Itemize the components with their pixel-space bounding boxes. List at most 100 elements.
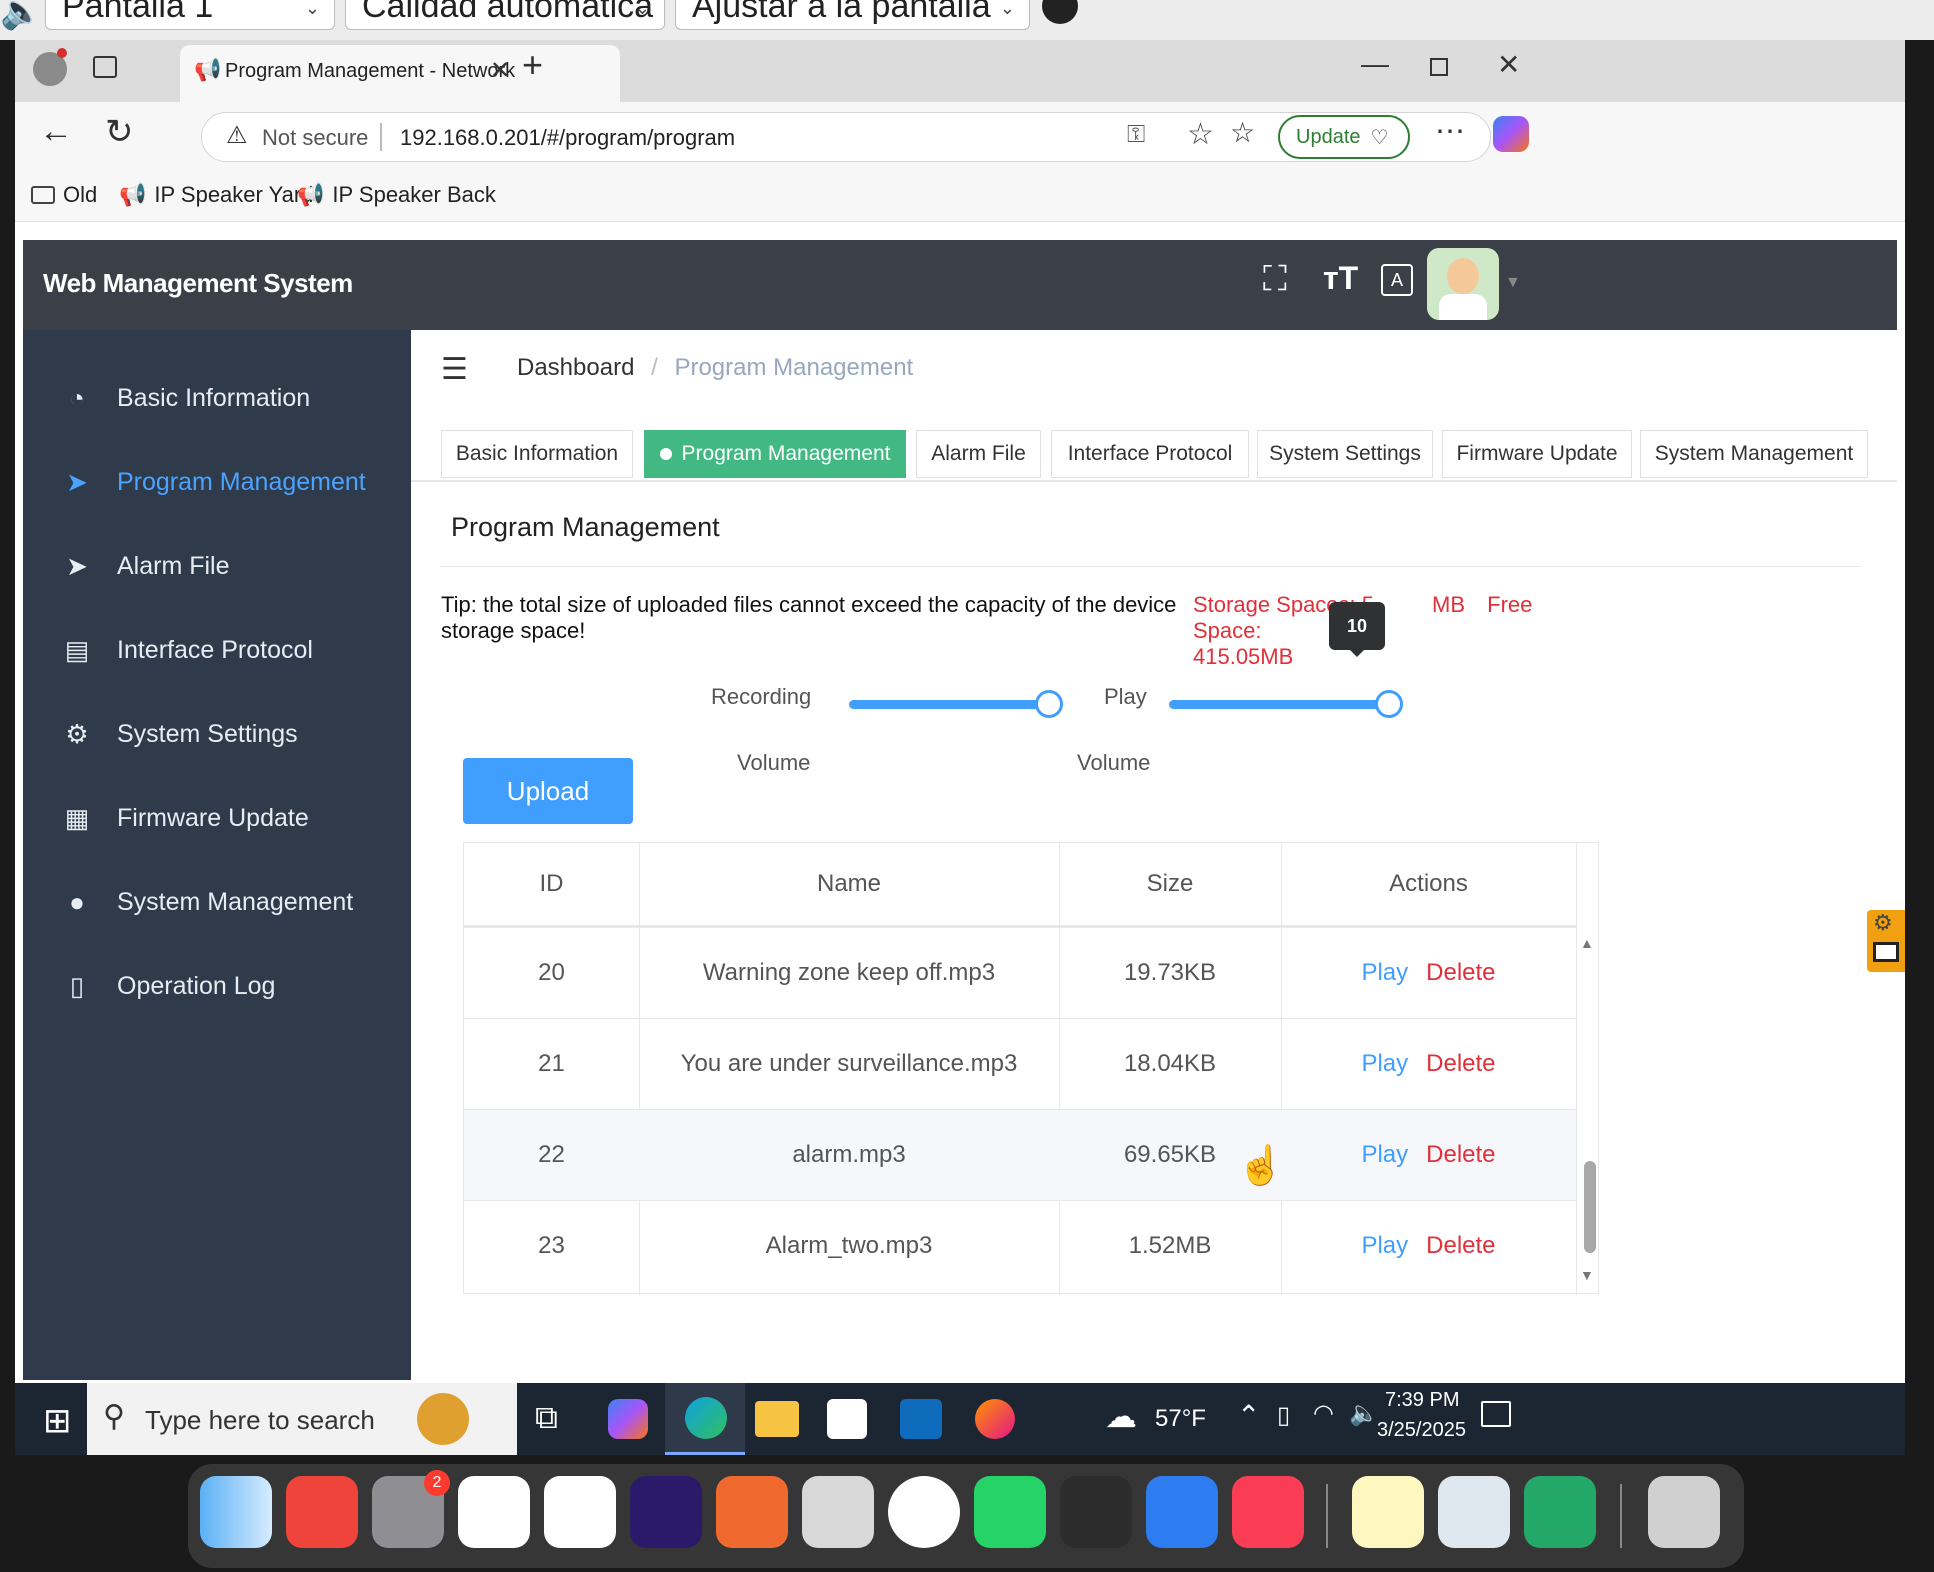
clock-time[interactable]: 7:39 PM — [1385, 1389, 1459, 1412]
tab-system-management[interactable]: System Management — [1640, 430, 1868, 478]
bookmark-old[interactable]: Old — [31, 182, 97, 208]
firefox-dock-icon[interactable] — [630, 1476, 702, 1548]
scroll-up-icon[interactable]: ▲ — [1580, 935, 1594, 951]
browser-toolbar: ← ↻ ⚠ Not secure 192.168.0.201/#/program… — [15, 102, 1905, 170]
favorites-icon[interactable]: ☆ — [1230, 116, 1255, 149]
tray-chevron-icon[interactable]: ⌃ — [1237, 1399, 1260, 1432]
windows-start-icon[interactable]: ⊞ — [43, 1401, 72, 1441]
sidebar-item-basic-information[interactable]: ◔ Basic Information — [23, 368, 411, 428]
file-explorer-icon[interactable] — [755, 1401, 799, 1437]
outlook-icon[interactable] — [900, 1399, 942, 1439]
favorite-star-icon[interactable]: ☆ — [1187, 117, 1214, 152]
sidebar-item-alarm-file[interactable]: ➤ Alarm File — [23, 536, 411, 596]
floating-widget[interactable]: ⚙ — [1867, 910, 1905, 972]
weather-temp[interactable]: 57°F — [1155, 1405, 1206, 1433]
key-icon[interactable]: ⚿ — [1127, 121, 1145, 149]
scroll-down-icon[interactable]: ▼ — [1580, 1267, 1594, 1283]
firefox-icon[interactable] — [975, 1399, 1015, 1439]
close-tab-icon[interactable]: ✕ — [490, 56, 510, 85]
trash-icon[interactable] — [1648, 1476, 1720, 1548]
store-icon[interactable] — [827, 1399, 867, 1439]
delete-link[interactable]: Delete — [1426, 1050, 1495, 1078]
info-icon[interactable] — [1042, 0, 1078, 24]
upload-button[interactable]: Upload — [463, 758, 633, 824]
fullscreen-icon[interactable]: ⛶ — [1263, 260, 1287, 299]
table-cell-id: 20 — [538, 959, 565, 986]
preview-icon[interactable] — [1438, 1476, 1510, 1548]
music-icon[interactable] — [1232, 1476, 1304, 1548]
play-link[interactable]: Play — [1361, 1232, 1408, 1260]
delete-link[interactable]: Delete — [1426, 1141, 1495, 1169]
display-select[interactable]: Pantalla 1 ⌄ — [45, 0, 335, 30]
vectorworks-icon[interactable] — [544, 1476, 616, 1548]
refresh-icon[interactable]: ↻ — [105, 112, 134, 152]
tab-interface-protocol[interactable]: Interface Protocol — [1051, 430, 1249, 478]
tab-system-settings[interactable]: System Settings — [1257, 430, 1433, 478]
quality-select[interactable]: Calidad automática ⌄ — [345, 0, 665, 30]
anydesk-icon[interactable] — [286, 1476, 358, 1548]
copilot-icon[interactable] — [1493, 116, 1529, 152]
tray-device-icon[interactable]: ▯ — [1277, 1401, 1290, 1430]
chrome-icon[interactable] — [888, 1476, 960, 1548]
taskbar-search[interactable]: ⚲ Type here to search — [87, 1383, 517, 1455]
play-link[interactable]: Play — [1361, 1141, 1408, 1169]
breadcrumb-home[interactable]: Dashboard — [517, 354, 634, 381]
delete-link[interactable]: Delete — [1426, 1232, 1495, 1260]
photos-icon[interactable] — [458, 1476, 530, 1548]
minimize-icon[interactable]: — — [1361, 48, 1389, 80]
address-url[interactable]: 192.168.0.201/#/program/program — [400, 125, 735, 151]
close-window-icon[interactable]: ✕ — [1497, 48, 1520, 81]
sidebar-item-firmware-update[interactable]: ▦ Firmware Update — [23, 788, 411, 848]
finder-icon[interactable] — [200, 1476, 272, 1548]
speaker-icon[interactable]: 🔈 — [0, 0, 42, 32]
back-icon[interactable]: ← — [39, 112, 73, 151]
collapse-menu-icon[interactable]: ☰ — [441, 352, 468, 387]
play-volume-slider[interactable] — [1169, 684, 1403, 724]
update-button[interactable]: Update ♡ — [1278, 115, 1410, 159]
sidebar-item-system-management[interactable]: ● System Management — [23, 872, 411, 932]
wifi-icon[interactable]: ◠ — [1313, 1399, 1334, 1428]
music-widget-icon — [417, 1393, 469, 1445]
podcast-app-icon[interactable] — [716, 1476, 788, 1548]
more-icon[interactable]: ⋯ — [1435, 114, 1465, 149]
davinci-icon[interactable] — [1060, 1476, 1132, 1548]
play-slider-knob[interactable] — [1375, 690, 1403, 718]
bookmark-ip-speaker-yard[interactable]: 📢 IP Speaker Yard — [119, 182, 313, 208]
delete-link[interactable]: Delete — [1426, 959, 1495, 987]
new-tab-icon[interactable]: + — [522, 44, 543, 86]
play-link[interactable]: Play — [1361, 959, 1408, 987]
tab-alarm-file[interactable]: Alarm File — [916, 430, 1041, 478]
sidebar-item-program-management[interactable]: ➤ Program Management — [23, 452, 411, 512]
workspaces-icon[interactable] — [93, 56, 117, 78]
fit-select[interactable]: Ajustar a la pantalla ⌄ — [675, 0, 1030, 30]
sidebar-item-system-settings[interactable]: ⚙ System Settings — [23, 704, 411, 764]
font-size-icon[interactable]: тT — [1323, 260, 1358, 297]
volume-tooltip: 10 — [1329, 602, 1385, 650]
caret-down-icon[interactable]: ▼ — [1505, 274, 1521, 292]
task-view-icon[interactable]: ⧉ — [535, 1399, 558, 1437]
sidebar-item-interface-protocol[interactable]: ▤ Interface Protocol — [23, 620, 411, 680]
edge-icon — [685, 1397, 727, 1439]
tab-basic-information[interactable]: Basic Information — [441, 430, 633, 478]
restore-icon[interactable] — [1430, 58, 1448, 76]
play-link[interactable]: Play — [1361, 1050, 1408, 1078]
bookmark-ip-speaker-back[interactable]: 📢 IP Speaker Back — [297, 182, 496, 208]
notification-center-icon[interactable] — [1481, 1401, 1511, 1427]
sidebar-item-operation-log[interactable]: ▯ Operation Log — [23, 956, 411, 1016]
whatsapp-icon[interactable] — [974, 1476, 1046, 1548]
tab-program-management[interactable]: Program Management — [644, 430, 906, 478]
translate-icon[interactable]: A — [1381, 264, 1413, 296]
launchpad-icon[interactable] — [802, 1476, 874, 1548]
tab-firmware-update[interactable]: Firmware Update — [1442, 430, 1632, 478]
clock-date[interactable]: 3/25/2025 — [1377, 1419, 1466, 1442]
webcam-icon[interactable] — [1146, 1476, 1218, 1548]
solidom-icon[interactable] — [1524, 1476, 1596, 1548]
volume-icon[interactable]: 🔈 — [1349, 1399, 1379, 1428]
browser-tab-active[interactable]: 📢 Program Management - Network ✕ — [180, 45, 620, 102]
recording-slider-knob[interactable] — [1035, 690, 1063, 718]
copilot-taskbar-icon[interactable] — [608, 1399, 648, 1439]
table-scrollbar-thumb[interactable] — [1584, 1161, 1596, 1253]
avatar[interactable] — [1427, 248, 1499, 320]
notes-icon[interactable] — [1352, 1476, 1424, 1548]
recording-volume-slider[interactable] — [849, 684, 1063, 724]
